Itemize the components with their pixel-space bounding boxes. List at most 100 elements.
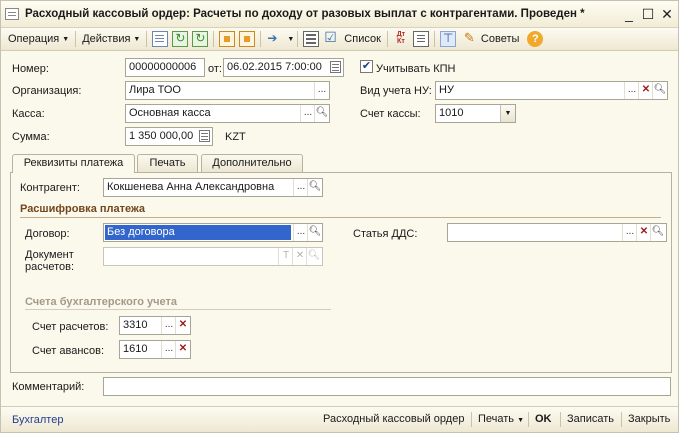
toolbar-separator bbox=[386, 31, 388, 47]
kpn-checkbox[interactable]: ✔ bbox=[360, 60, 373, 73]
select-ellipsis-icon[interactable]: ... bbox=[624, 82, 639, 99]
close-form-button[interactable]: Закрыть bbox=[628, 413, 670, 425]
print-menu-label: Печать bbox=[478, 413, 515, 425]
actions-menu-label: Действия bbox=[82, 33, 131, 45]
list-view-icon[interactable] bbox=[303, 31, 320, 47]
tab-payment-details[interactable]: Реквизиты платежа bbox=[12, 154, 135, 173]
nu-value: НУ bbox=[439, 84, 454, 96]
dds-label: Статья ДДС: bbox=[353, 228, 418, 240]
repost-icon[interactable] bbox=[192, 31, 209, 47]
minimize-button[interactable]: _ bbox=[621, 6, 637, 22]
select-ellipsis-icon[interactable]: ... bbox=[314, 82, 329, 99]
search-icon[interactable]: 🔍︎ bbox=[306, 248, 321, 265]
status-separator bbox=[560, 412, 561, 427]
select-ellipsis-icon[interactable]: ... bbox=[300, 105, 315, 122]
section-divider bbox=[20, 217, 661, 218]
organization-field[interactable]: Лира ТОО ... bbox=[125, 81, 330, 100]
accounts-section-title: Счета бухгалтерского учета bbox=[25, 296, 178, 308]
chevron-down-icon[interactable]: ▼ bbox=[500, 105, 515, 122]
nu-field[interactable]: НУ ... ✕ 🔍︎ bbox=[435, 81, 668, 100]
organization-value: Лира ТОО bbox=[129, 84, 181, 96]
sum-field[interactable]: 1 350 000,00 bbox=[125, 127, 213, 146]
postings-dt-kt-icon[interactable]: Дт Кт bbox=[393, 31, 409, 47]
comment-field[interactable] bbox=[103, 377, 671, 396]
maximize-button[interactable]: ☐ bbox=[640, 6, 656, 22]
actions-menu[interactable]: Действия ▼ bbox=[79, 29, 143, 49]
help-icon[interactable]: ? bbox=[527, 31, 544, 47]
calendar-icon[interactable] bbox=[330, 61, 341, 73]
settlement-account-label: Счет расчетов: bbox=[32, 321, 109, 333]
post-document-icon[interactable] bbox=[219, 31, 236, 47]
kassa-label: Касса: bbox=[12, 108, 45, 120]
caret-down-icon: ▼ bbox=[62, 35, 70, 43]
clear-icon[interactable]: ✕ bbox=[175, 341, 190, 358]
report-icon[interactable] bbox=[412, 31, 429, 47]
dt-text: Дт bbox=[396, 31, 406, 38]
search-icon[interactable]: 🔍︎ bbox=[650, 224, 665, 241]
search-icon[interactable]: 🔍︎ bbox=[652, 82, 667, 99]
comment-label: Комментарий: bbox=[12, 381, 85, 393]
select-ellipsis-icon[interactable]: ... bbox=[293, 179, 308, 196]
clear-icon[interactable]: ✕ bbox=[292, 248, 307, 265]
sum-value: 1 350 000,00 bbox=[129, 130, 194, 142]
settlement-doc-field[interactable]: T ✕ 🔍︎ bbox=[103, 247, 323, 266]
settlement-account-field[interactable]: 3310 ... ✕ bbox=[119, 316, 191, 335]
print-menu-button[interactable]: Печать ▼ bbox=[478, 413, 524, 425]
document-window: Расходный кассовый ордер: Расчеты по дох… bbox=[0, 0, 679, 433]
go-to-icon[interactable] bbox=[266, 31, 282, 47]
kassa-account-combo[interactable]: 1010 ▼ bbox=[435, 104, 516, 123]
checklist-icon[interactable] bbox=[323, 29, 339, 47]
clear-icon[interactable]: ✕ bbox=[175, 317, 190, 334]
tab-print[interactable]: Печать bbox=[137, 154, 198, 172]
toolbar-separator bbox=[433, 31, 435, 47]
select-ellipsis-icon[interactable]: ... bbox=[161, 341, 176, 358]
kassa-field[interactable]: Основная касса ... 🔍︎ bbox=[125, 104, 330, 123]
print-cash-order-button[interactable]: Расходный кассовый ордер bbox=[323, 413, 464, 425]
counterparty-field[interactable]: Кокшенева Анна Александровна ... 🔍︎ bbox=[103, 178, 323, 197]
copy-document-icon[interactable] bbox=[152, 31, 169, 47]
select-ellipsis-icon[interactable]: ... bbox=[622, 224, 637, 241]
number-field[interactable]: 00000000006 bbox=[125, 58, 205, 77]
advance-account-value: 1610 bbox=[123, 343, 148, 355]
operation-menu[interactable]: Операция ▼ bbox=[5, 29, 72, 49]
caret-down-icon[interactable]: ▼ bbox=[287, 36, 294, 43]
advice-button[interactable]: Советы bbox=[458, 29, 522, 49]
search-icon[interactable]: 🔍︎ bbox=[307, 179, 322, 196]
select-ellipsis-icon[interactable]: ... bbox=[161, 317, 176, 334]
clear-icon[interactable]: ✕ bbox=[638, 82, 653, 99]
calculator-icon[interactable] bbox=[199, 130, 210, 142]
advance-account-field[interactable]: 1610 ... ✕ bbox=[119, 340, 191, 359]
close-button[interactable]: ✕ bbox=[659, 6, 675, 22]
advance-account-label: Счет авансов: bbox=[32, 345, 105, 357]
number-value: 00000000006 bbox=[129, 61, 197, 73]
title-bar: Расходный кассовый ордер: Расчеты по дох… bbox=[1, 1, 678, 28]
contract-value: Без договора bbox=[105, 225, 291, 240]
select-ellipsis-icon[interactable]: ... bbox=[293, 224, 308, 241]
type-t-icon[interactable]: T bbox=[278, 248, 293, 265]
organization-label: Организация: bbox=[12, 85, 82, 97]
nu-label: Вид учета НУ: bbox=[360, 85, 432, 97]
status-bar: Бухгалтер Расходный кассовый ордер Печат… bbox=[1, 406, 678, 432]
toolbar-separator bbox=[146, 31, 148, 47]
clear-icon[interactable]: ✕ bbox=[636, 224, 651, 241]
unpost-document-icon[interactable] bbox=[239, 31, 256, 47]
operation-menu-label: Операция bbox=[8, 33, 60, 45]
date-field[interactable]: 06.02.2015 7:00:00 bbox=[223, 58, 344, 77]
search-icon[interactable]: 🔍︎ bbox=[307, 224, 322, 241]
number-label: Номер: bbox=[12, 63, 49, 75]
status-separator bbox=[528, 412, 529, 427]
breakdown-section-title: Расшифровка платежа bbox=[20, 203, 146, 215]
refresh-icon[interactable] bbox=[172, 31, 189, 47]
user-link[interactable]: Бухгалтер bbox=[12, 414, 63, 426]
list-button[interactable]: Список bbox=[341, 29, 384, 49]
save-button[interactable]: Записать bbox=[567, 413, 614, 425]
contract-field[interactable]: Без договора ... 🔍︎ bbox=[103, 223, 323, 242]
dds-field[interactable]: ... ✕ 🔍︎ bbox=[447, 223, 667, 242]
tab-additional[interactable]: Дополнительно bbox=[201, 154, 303, 172]
structure-icon[interactable] bbox=[439, 31, 456, 47]
toolbar: Операция▼ Действия▼ ▼ Список ДтКт Советы… bbox=[1, 28, 678, 51]
ok-button[interactable]: OK bbox=[535, 413, 552, 425]
counterparty-value: Кокшенева Анна Александровна bbox=[107, 181, 275, 193]
search-icon[interactable]: 🔍︎ bbox=[314, 105, 329, 122]
sum-label: Сумма: bbox=[12, 131, 50, 143]
